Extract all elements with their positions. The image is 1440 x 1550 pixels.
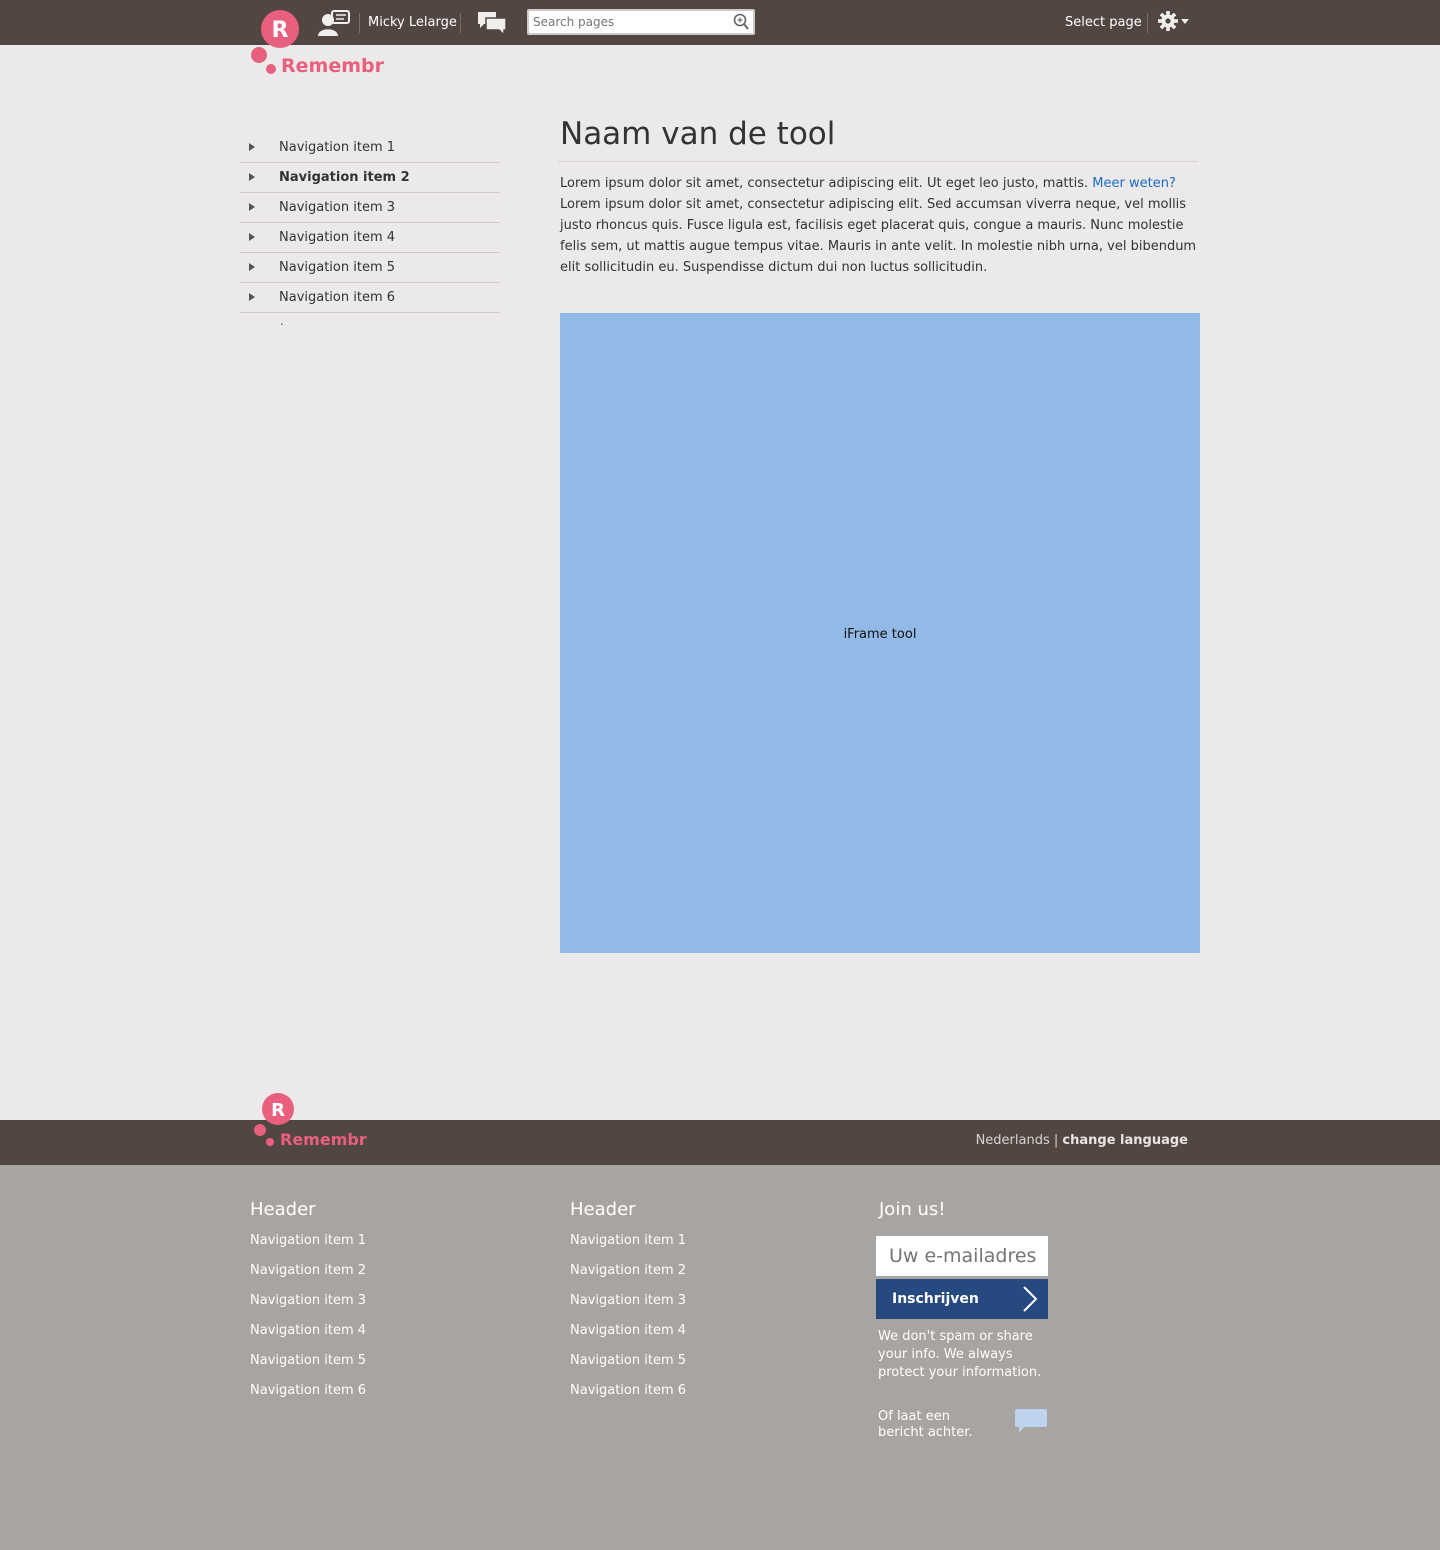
user-name[interactable]: Micky Lelarge: [368, 15, 457, 30]
footer-link[interactable]: Navigation item 3: [570, 1293, 686, 1323]
footer-link[interactable]: Navigation item 1: [570, 1233, 686, 1263]
settings-gear-icon[interactable]: [1158, 11, 1192, 33]
sidebar-item-2[interactable]: Navigation item 2: [240, 163, 500, 193]
footer-link[interactable]: Navigation item 3: [250, 1293, 366, 1323]
chevron-right-icon: [1022, 1286, 1038, 1312]
leave-message-text[interactable]: Of laat een bericht achter.: [878, 1409, 988, 1441]
iframe-tool[interactable]: iFrame tool: [560, 313, 1200, 953]
footer-brand-name: Remembr: [280, 1130, 367, 1149]
arrow-right-icon: [249, 293, 255, 301]
footer-remembr-logo[interactable]: R Remembr: [252, 1092, 372, 1152]
privacy-note: We don't spam or share your info. We alw…: [878, 1329, 1042, 1380]
select-page-link[interactable]: Select page: [1065, 15, 1142, 30]
sidebar-item-6[interactable]: Navigation item 6: [240, 283, 500, 313]
divider: [1147, 13, 1148, 33]
subscribe-button[interactable]: Inschrijven: [876, 1279, 1048, 1319]
divider: [359, 13, 360, 33]
intro-text-start: Lorem ipsum dolor sit amet, consectetur …: [560, 176, 1089, 191]
sidebar-item-label: Navigation item 5: [279, 260, 396, 275]
footer-link[interactable]: Navigation item 4: [570, 1323, 686, 1353]
footer-link[interactable]: Navigation item 2: [250, 1263, 366, 1293]
arrow-right-icon: [249, 233, 255, 241]
footer-column-1: Header Navigation item 1 Navigation item…: [250, 1199, 366, 1413]
footer-bar: [0, 1120, 1440, 1165]
footer-column-header: Header: [570, 1199, 636, 1220]
arrow-right-icon: [249, 263, 255, 271]
sidebar-item-label: Navigation item 6: [279, 290, 396, 305]
language-switcher: Nederlands | change language: [976, 1133, 1188, 1148]
messages-icon[interactable]: [476, 10, 508, 37]
subscribe-label: Inschrijven: [892, 1291, 979, 1307]
sidebar-item-label: Navigation item 1: [279, 140, 396, 155]
search-box[interactable]: [527, 9, 755, 35]
stray-dot: .: [280, 314, 284, 328]
search-icon[interactable]: [732, 13, 750, 31]
arrow-right-icon: [249, 203, 255, 211]
sidebar-item-4[interactable]: Navigation item 4: [240, 223, 500, 253]
svg-text:R: R: [272, 18, 289, 43]
arrow-right-icon: [249, 143, 255, 151]
more-info-link[interactable]: Meer weten?: [1092, 176, 1176, 191]
email-field[interactable]: [876, 1236, 1048, 1276]
svg-text:R: R: [271, 1100, 285, 1121]
footer-column-2: Header Navigation item 1 Navigation item…: [570, 1199, 686, 1413]
iframe-label: iFrame tool: [843, 627, 917, 642]
side-navigation: Navigation item 1 Navigation item 2 Navi…: [240, 133, 500, 313]
brand-name: Remembr: [281, 55, 384, 77]
sidebar-item-3[interactable]: Navigation item 3: [240, 193, 500, 223]
language-divider: |: [1053, 1133, 1059, 1148]
footer-link[interactable]: Navigation item 1: [250, 1233, 366, 1263]
current-language: Nederlands: [975, 1133, 1050, 1148]
arrow-right-icon: [249, 173, 255, 181]
sidebar-item-1[interactable]: Navigation item 1: [240, 133, 500, 163]
sidebar-item-label: Navigation item 2: [279, 170, 410, 185]
footer-column-header: Header: [250, 1199, 316, 1220]
page-title: Naam van de tool: [560, 116, 836, 152]
footer-link[interactable]: Navigation item 4: [250, 1323, 366, 1353]
user-profile-icon[interactable]: [318, 10, 350, 36]
change-language-link[interactable]: change language: [1062, 1133, 1188, 1148]
footer-link[interactable]: Navigation item 5: [250, 1353, 366, 1383]
sidebar-item-5[interactable]: Navigation item 5: [240, 253, 500, 283]
search-input[interactable]: [529, 11, 725, 33]
title-divider: [558, 161, 1198, 162]
message-bubble-icon[interactable]: [1014, 1408, 1048, 1434]
footer-link[interactable]: Navigation item 6: [250, 1383, 366, 1413]
footer-link[interactable]: Navigation item 2: [570, 1263, 686, 1293]
footer: [0, 1165, 1440, 1550]
sidebar-item-label: Navigation item 4: [279, 230, 396, 245]
divider: [460, 13, 461, 33]
intro-text-rest: Lorem ipsum dolor sit amet, consectetur …: [560, 197, 1197, 275]
footer-link[interactable]: Navigation item 6: [570, 1383, 686, 1413]
footer-link[interactable]: Navigation item 5: [570, 1353, 686, 1383]
join-header: Join us!: [879, 1199, 946, 1220]
intro-text: Lorem ipsum dolor sit amet, consectetur …: [560, 173, 1200, 278]
sidebar-item-label: Navigation item 3: [279, 200, 396, 215]
